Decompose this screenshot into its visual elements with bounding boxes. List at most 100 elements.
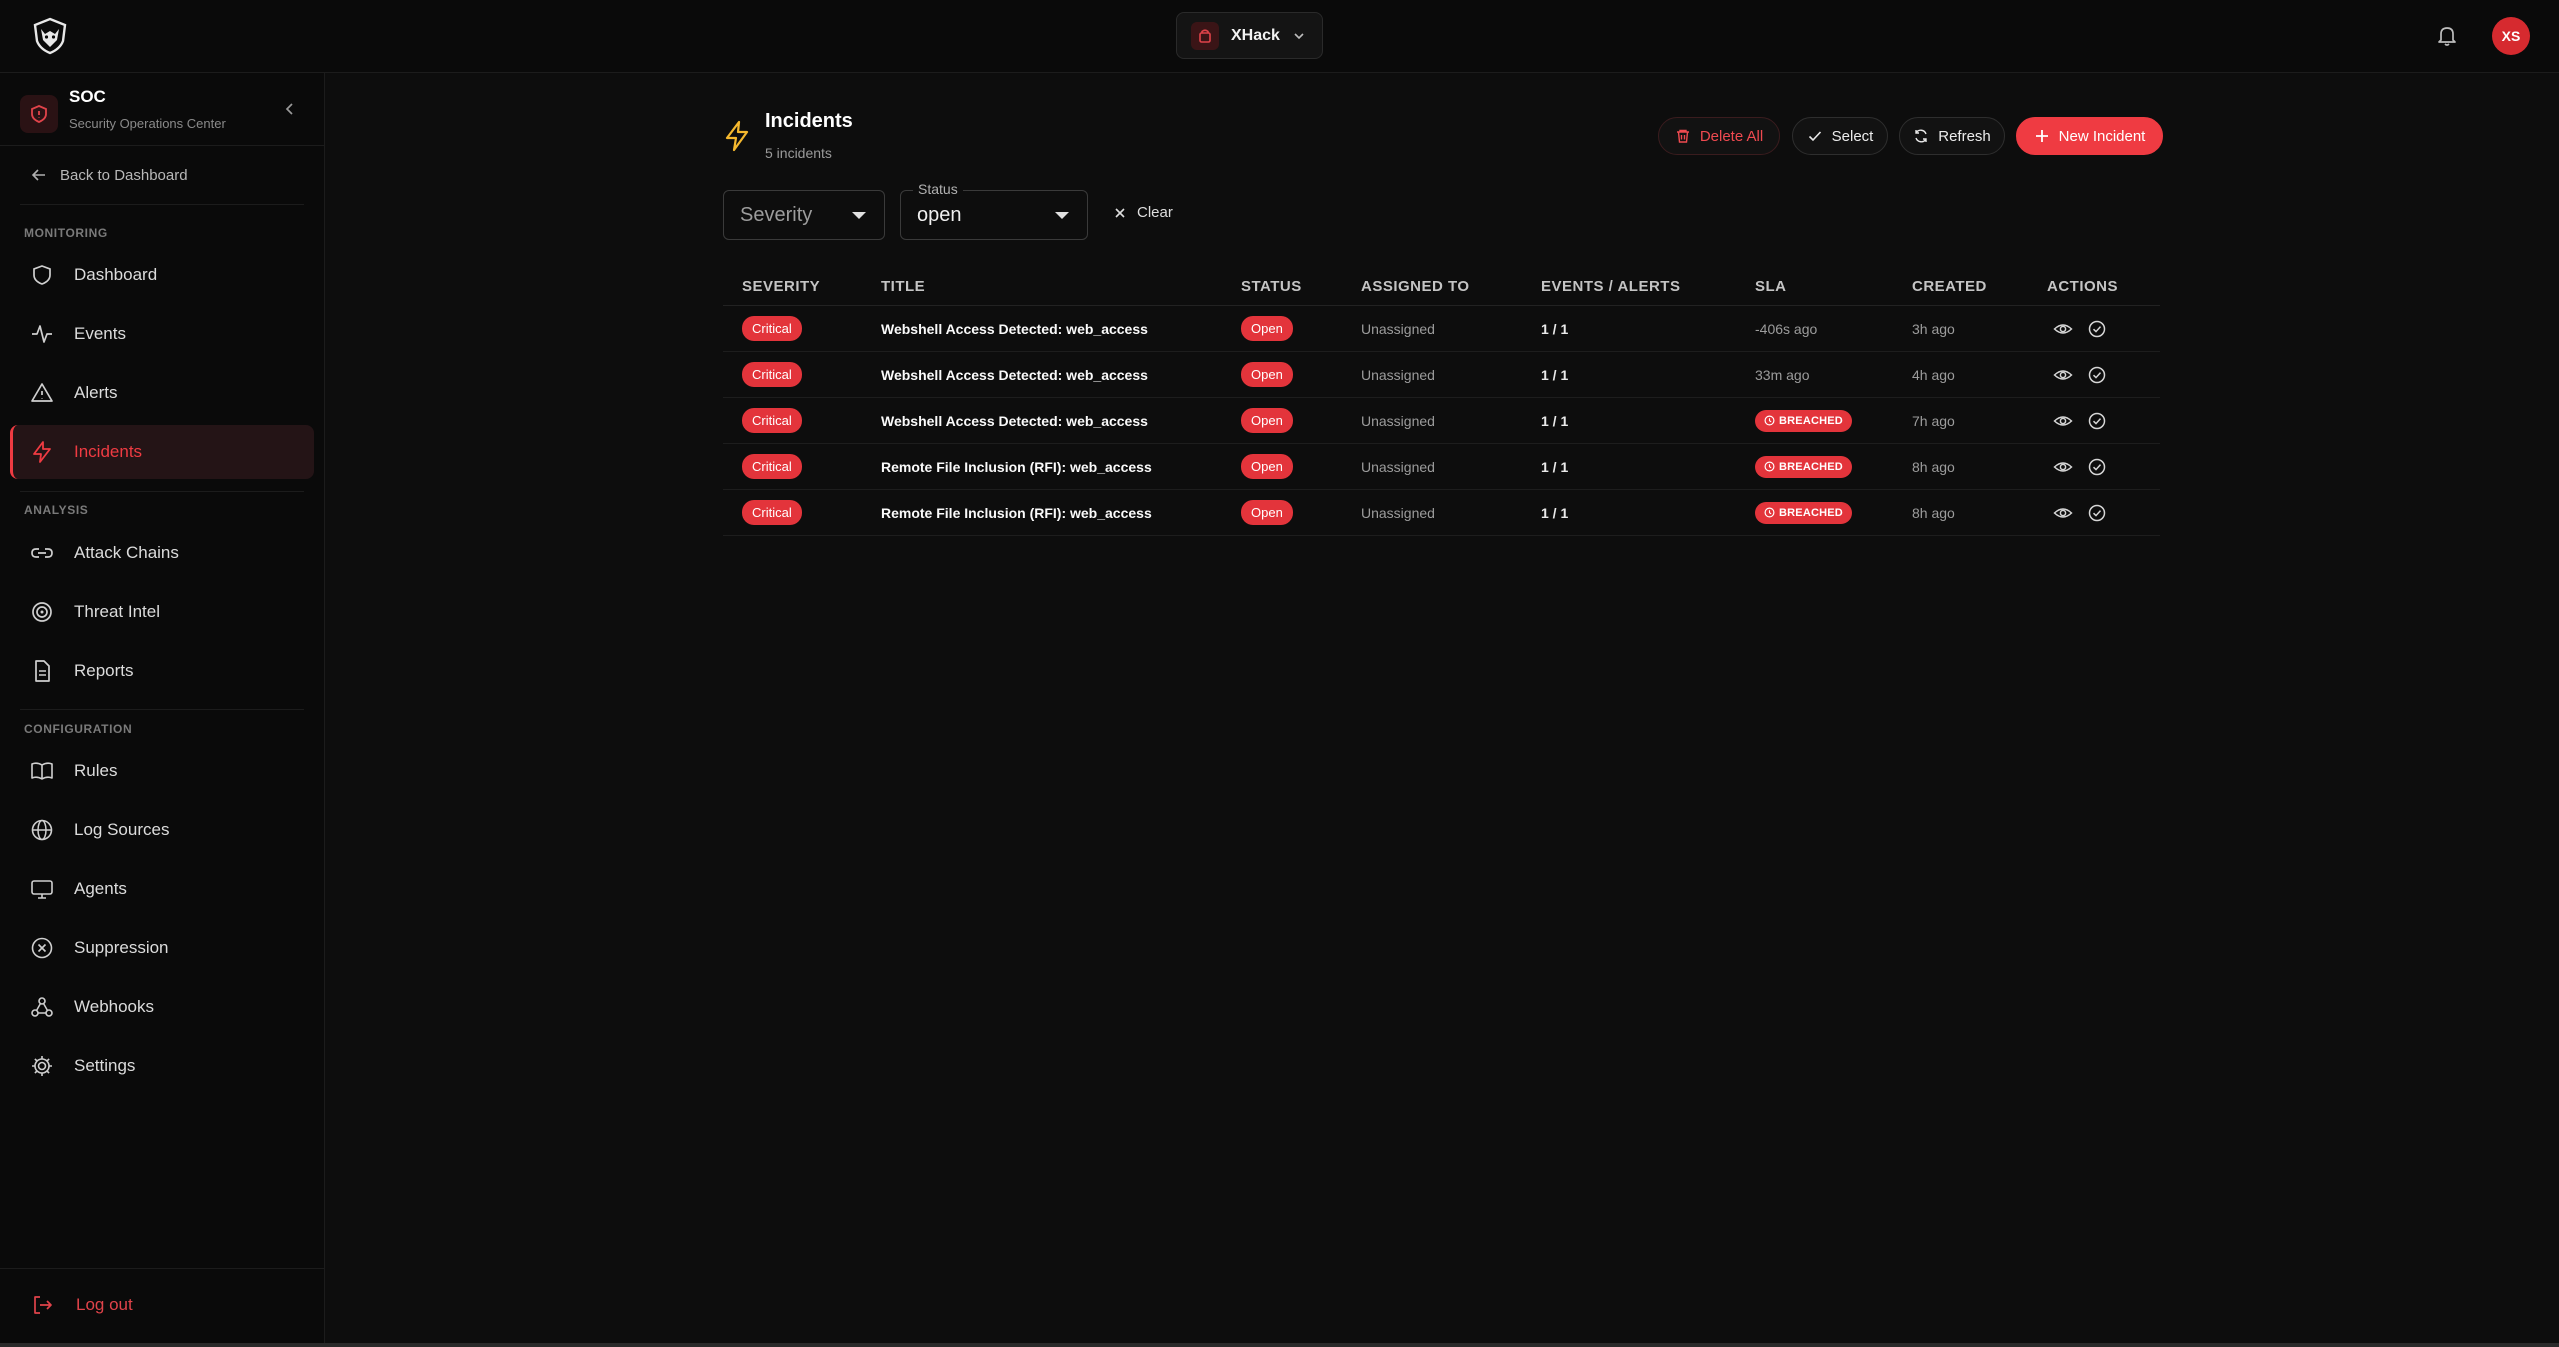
sidebar-item-agents[interactable]: Agents: [10, 862, 314, 916]
assigned-to: Unassigned: [1361, 412, 1435, 429]
sidebar-item-dashboard[interactable]: Dashboard: [10, 248, 314, 302]
table-body: Critical Webshell Access Detected: web_ac…: [723, 306, 2160, 536]
sidebar-item-webhooks[interactable]: Webhooks: [10, 980, 314, 1034]
sidebar-item-label: Dashboard: [74, 265, 158, 284]
trash-icon: [1675, 128, 1691, 144]
created-time: 8h ago: [1912, 504, 1955, 521]
column-header-severity[interactable]: SEVERITY: [742, 278, 820, 295]
status-filter-select[interactable]: Status open: [900, 181, 1088, 240]
arrow-left-icon: [30, 166, 48, 184]
sidebar-item-label: Alerts: [74, 383, 118, 402]
severity-filter-select[interactable]: Severity: [723, 190, 885, 240]
sidebar-item-settings[interactable]: Settings: [10, 1039, 314, 1093]
sidebar-item-label: Attack Chains: [74, 543, 179, 562]
check-circle-icon[interactable]: [2087, 365, 2107, 385]
delete-all-label: Delete All: [1699, 127, 1764, 145]
lightning-icon: [722, 120, 752, 152]
sidebar-item-reports[interactable]: Reports: [10, 644, 314, 698]
sidebar-item-log-sources[interactable]: Log Sources: [10, 803, 314, 857]
column-header-title[interactable]: TITLE: [881, 278, 925, 295]
status-badge: Open: [1241, 362, 1293, 387]
check-circle-icon[interactable]: [2087, 503, 2107, 523]
eye-icon[interactable]: [2053, 503, 2073, 523]
table-row[interactable]: Critical Webshell Access Detected: web_ac…: [723, 398, 2160, 444]
sidebar-title: SOC: [69, 87, 106, 106]
table-row[interactable]: Critical Remote File Inclusion (RFI): web…: [723, 444, 2160, 490]
check-icon: [1807, 128, 1823, 144]
eye-icon[interactable]: [2053, 411, 2073, 431]
check-circle-icon[interactable]: [2087, 319, 2107, 339]
caret-down-icon: [852, 212, 866, 219]
sla-badge-text: BREACHED: [1779, 506, 1843, 519]
sidebar-item-suppression[interactable]: Suppression: [10, 921, 314, 975]
sla-breached-badge: BREACHED: [1755, 501, 1852, 524]
severity-badge: Critical: [742, 408, 802, 433]
status-badge: Open: [1241, 500, 1293, 525]
severity-badge: Critical: [742, 362, 802, 387]
created-time: 3h ago: [1912, 320, 1955, 337]
sidebar-item-label: Reports: [74, 661, 134, 680]
activity-icon: [30, 322, 54, 346]
wolf-shield-logo-icon[interactable]: [32, 17, 68, 55]
assigned-to: Unassigned: [1361, 504, 1435, 521]
column-header-status[interactable]: STATUS: [1241, 278, 1302, 295]
sidebar-item-attack-chains[interactable]: Attack Chains: [10, 526, 314, 580]
sla-badge-text: BREACHED: [1779, 460, 1843, 473]
created-time: 4h ago: [1912, 366, 1955, 383]
incident-title-link[interactable]: Webshell Access Detected: web_access: [881, 367, 1148, 383]
divider: [20, 709, 304, 710]
org-switcher[interactable]: XHack: [1176, 12, 1323, 59]
user-avatar[interactable]: XS: [2492, 17, 2530, 55]
incident-title-link[interactable]: Webshell Access Detected: web_access: [881, 413, 1148, 429]
events-alerts-count: 1 / 1: [1541, 504, 1569, 521]
new-incident-button[interactable]: New Incident: [2016, 117, 2163, 155]
check-circle-icon[interactable]: [2087, 411, 2107, 431]
clear-filters-button[interactable]: Clear: [1113, 204, 1173, 221]
sidebar-item-rules[interactable]: Rules: [10, 744, 314, 798]
table-row[interactable]: Critical Remote File Inclusion (RFI): web…: [723, 490, 2160, 536]
select-button[interactable]: Select: [1792, 117, 1888, 155]
incident-title-link[interactable]: Remote File Inclusion (RFI): web_access: [881, 459, 1152, 475]
table-row[interactable]: Critical Webshell Access Detected: web_ac…: [723, 352, 2160, 398]
back-to-dashboard-link[interactable]: Back to Dashboard: [30, 166, 188, 184]
sidebar-header: SOC Security Operations Center: [0, 73, 324, 146]
eye-icon[interactable]: [2053, 319, 2073, 339]
divider: [20, 491, 304, 492]
column-header-sla[interactable]: SLA: [1755, 278, 1787, 295]
refresh-button[interactable]: Refresh: [1899, 117, 2005, 155]
clock-icon: [1764, 461, 1775, 472]
clear-label: Clear: [1137, 204, 1173, 221]
column-header-events[interactable]: EVENTS / ALERTS: [1541, 278, 1680, 295]
divider: [0, 1268, 324, 1269]
assigned-to: Unassigned: [1361, 458, 1435, 475]
caret-down-icon: [1055, 212, 1069, 219]
sidebar-item-label: Webhooks: [74, 997, 155, 1016]
check-circle-icon[interactable]: [2087, 457, 2107, 477]
eye-icon[interactable]: [2053, 457, 2073, 477]
incident-title-link[interactable]: Webshell Access Detected: web_access: [881, 321, 1148, 337]
column-header-created[interactable]: CREATED: [1912, 278, 1987, 295]
column-header-actions: ACTIONS: [2047, 278, 2118, 295]
incident-title-link[interactable]: Remote File Inclusion (RFI): web_access: [881, 505, 1152, 521]
status-filter-value: open: [917, 203, 962, 226]
severity-filter-placeholder: Severity: [740, 203, 813, 226]
logout-button[interactable]: Log out: [30, 1293, 133, 1317]
sidebar-item-events[interactable]: Events: [10, 307, 314, 361]
page-title: Incidents: [765, 110, 853, 132]
sidebar-item-label: Log Sources: [74, 820, 170, 839]
eye-icon[interactable]: [2053, 365, 2073, 385]
column-header-assigned[interactable]: ASSIGNED TO: [1361, 278, 1470, 295]
table-row[interactable]: Critical Webshell Access Detected: web_ac…: [723, 306, 2160, 352]
severity-badge: Critical: [742, 316, 802, 341]
created-time: 8h ago: [1912, 458, 1955, 475]
delete-all-button[interactable]: Delete All: [1658, 117, 1780, 155]
sidebar-item-alerts[interactable]: Alerts: [10, 366, 314, 420]
webhook-icon: [30, 995, 54, 1019]
sidebar-item-threat-intel[interactable]: Threat Intel: [10, 585, 314, 639]
sla-text: 33m ago: [1755, 366, 1810, 383]
chevron-left-icon[interactable]: [280, 99, 300, 119]
gear-icon: [30, 1054, 54, 1078]
sidebar-item-incidents[interactable]: Incidents: [10, 425, 314, 479]
bell-icon[interactable]: [2434, 22, 2460, 48]
section-label-configuration: CONFIGURATION: [24, 722, 133, 736]
